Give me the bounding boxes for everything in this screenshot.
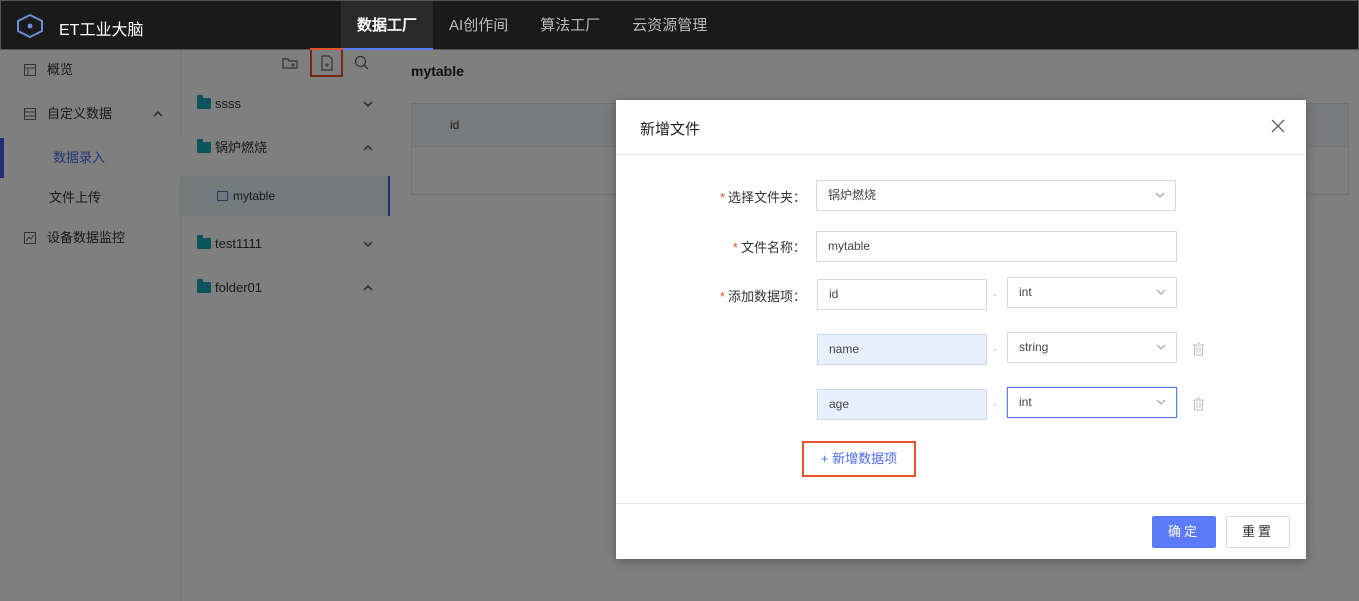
folder-select[interactable]: 锅炉燃烧	[816, 180, 1176, 211]
chevron-down-icon	[1156, 344, 1166, 350]
trash-icon[interactable]	[1192, 342, 1205, 356]
top-bar: ET工业大脑 数据工厂 AI创作间 算法工厂 云资源管理	[0, 0, 1359, 51]
item-type-select[interactable]: string	[1007, 332, 1177, 363]
dialog-footer: 确定 重置	[616, 503, 1306, 559]
item-name-input[interactable]: id	[817, 279, 987, 310]
name-field-label: * 文件名称：	[732, 240, 806, 255]
separator: -	[993, 287, 997, 301]
separator: -	[993, 342, 997, 356]
close-icon[interactable]	[1270, 118, 1286, 134]
reset-button[interactable]: 重置	[1226, 516, 1290, 548]
dialog-title: 新增文件	[640, 121, 701, 138]
item-type-select[interactable]: int	[1007, 277, 1177, 308]
nav-algorithm-factory[interactable]: 算法工厂	[524, 1, 616, 51]
folder-field-label: * 选择文件夹：	[719, 190, 806, 205]
add-data-item-button[interactable]: + 新增数据项	[802, 441, 916, 477]
folder-select-value: 锅炉燃烧	[828, 188, 877, 202]
nav-ai-studio[interactable]: AI创作间	[433, 1, 524, 51]
dialog-header: 新增文件	[616, 100, 1306, 155]
confirm-button[interactable]: 确定	[1152, 516, 1216, 548]
item-name-input[interactable]: age	[817, 389, 987, 420]
item-name-input[interactable]: name	[817, 334, 987, 365]
items-field-label: * 添加数据项：	[719, 289, 806, 304]
top-nav: 数据工厂 AI创作间 算法工厂 云资源管理	[341, 1, 723, 51]
chevron-down-icon	[1156, 399, 1166, 405]
required-mark: *	[732, 240, 738, 255]
separator: -	[993, 397, 997, 411]
chevron-down-icon	[1155, 192, 1165, 198]
file-name-input[interactable]: mytable	[816, 231, 1177, 262]
required-mark: *	[719, 289, 725, 304]
brand-title: ET工业大脑	[59, 22, 144, 39]
add-file-dialog: 新增文件 * 选择文件夹： 锅炉燃烧 * 文件名称： mytable * 添加数据项：…	[616, 100, 1306, 559]
required-mark: *	[719, 190, 725, 205]
item-type-select[interactable]: int	[1007, 387, 1177, 418]
nav-data-factory[interactable]: 数据工厂	[341, 1, 434, 51]
file-name-value: mytable	[828, 239, 871, 253]
chevron-down-icon	[1156, 289, 1166, 295]
logo-icon	[17, 14, 43, 38]
nav-cloud-resources[interactable]: 云资源管理	[616, 1, 723, 51]
trash-icon[interactable]	[1192, 397, 1205, 411]
